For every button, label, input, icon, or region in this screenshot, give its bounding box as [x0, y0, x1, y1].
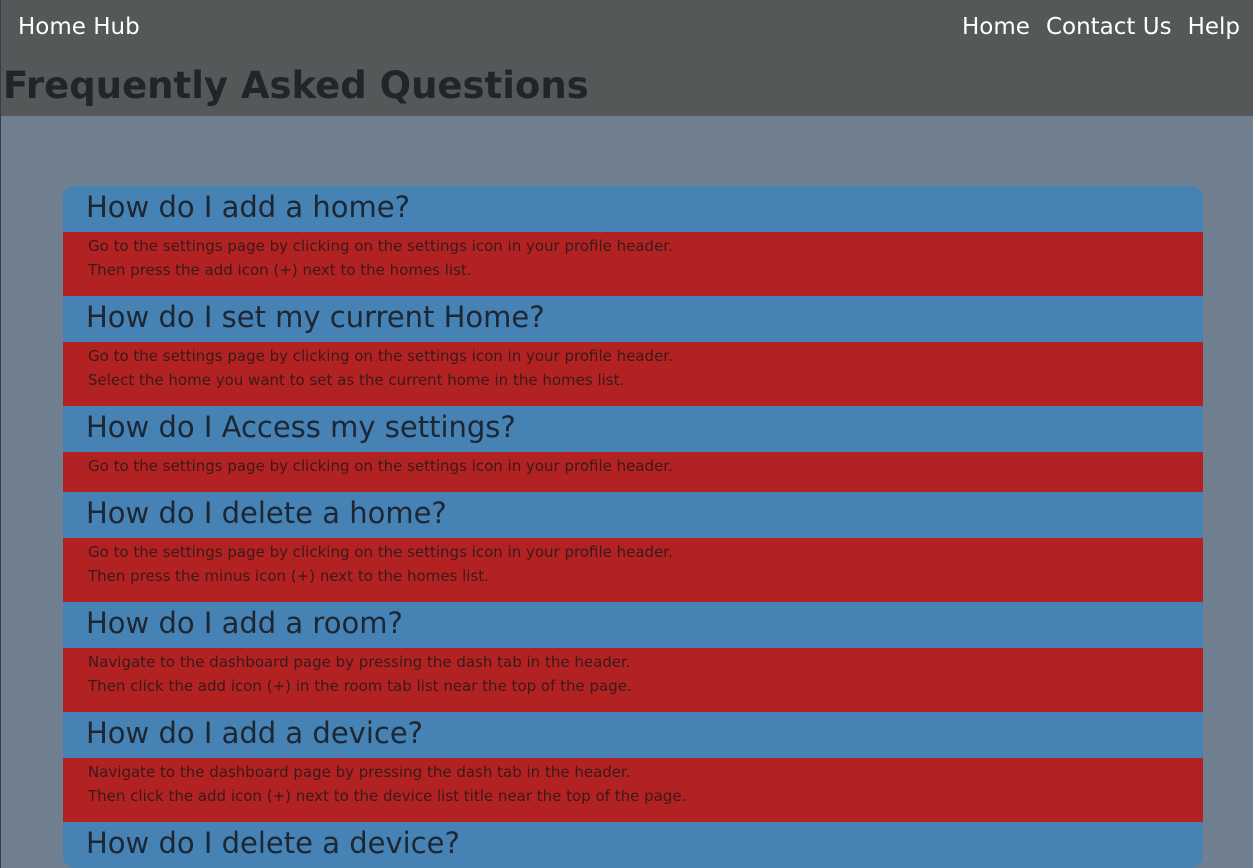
faq-question[interactable]: How do I delete a device? [63, 822, 1203, 868]
faq-item: How do I add a room? Navigate to the das… [63, 602, 1203, 712]
faq-answer-line: Go to the settings page by clicking on t… [88, 347, 673, 365]
faq-answer-line: Navigate to the dashboard page by pressi… [88, 653, 631, 671]
nav-link-contact-us[interactable]: Contact Us [1046, 12, 1172, 42]
faq-answer: Navigate to the dashboard page by pressi… [63, 758, 1203, 822]
faq-item: How do I Access my settings? Go to the s… [63, 406, 1203, 492]
faq-answer: Navigate to the dashboard page by pressi… [63, 648, 1203, 712]
faq-list: How do I add a home? Go to the settings … [63, 186, 1203, 868]
faq-answer-line: Then press the minus icon (+) next to th… [88, 567, 489, 585]
faq-answer-line: Go to the settings page by clicking on t… [88, 543, 673, 561]
faq-item: How do I add a device? Navigate to the d… [63, 712, 1203, 822]
top-header: Home Hub Home Contact Us Help Frequently… [1, 0, 1253, 116]
faq-question[interactable]: How do I add a home? [63, 186, 1203, 232]
faq-question[interactable]: How do I delete a home? [63, 492, 1203, 538]
faq-answer: Go to the settings page by clicking on t… [63, 538, 1203, 602]
faq-question[interactable]: How do I Access my settings? [63, 406, 1203, 452]
faq-question[interactable]: How do I add a room? [63, 602, 1203, 648]
faq-answer-line: Then press the add icon (+) next to the … [88, 261, 472, 279]
brand-link[interactable]: Home Hub [18, 12, 140, 42]
faq-item: How do I delete a home? Go to the settin… [63, 492, 1203, 602]
faq-item: How do I set my current Home? Go to the … [63, 296, 1203, 406]
faq-item: How do I delete a device? [63, 822, 1203, 868]
page: Home Hub Home Contact Us Help Frequently… [0, 0, 1253, 868]
nav-link-help[interactable]: Help [1188, 12, 1240, 42]
page-title: Frequently Asked Questions [3, 64, 589, 107]
faq-answer-line: Select the home you want to set as the c… [88, 371, 625, 389]
faq-question[interactable]: How do I set my current Home? [63, 296, 1203, 342]
faq-answer: Go to the settings page by clicking on t… [63, 452, 1203, 492]
faq-answer-line: Then click the add icon (+) next to the … [88, 787, 687, 805]
main-nav: Home Contact Us Help [962, 12, 1240, 42]
faq-item: How do I add a home? Go to the settings … [63, 186, 1203, 296]
faq-answer-line: Then click the add icon (+) in the room … [88, 677, 632, 695]
faq-question[interactable]: How do I add a device? [63, 712, 1203, 758]
faq-answer-line: Go to the settings page by clicking on t… [88, 457, 673, 475]
faq-answer: Go to the settings page by clicking on t… [63, 232, 1203, 296]
faq-answer-line: Go to the settings page by clicking on t… [88, 237, 673, 255]
nav-link-home[interactable]: Home [962, 12, 1030, 42]
faq-answer: Go to the settings page by clicking on t… [63, 342, 1203, 406]
faq-answer-line: Navigate to the dashboard page by pressi… [88, 763, 631, 781]
